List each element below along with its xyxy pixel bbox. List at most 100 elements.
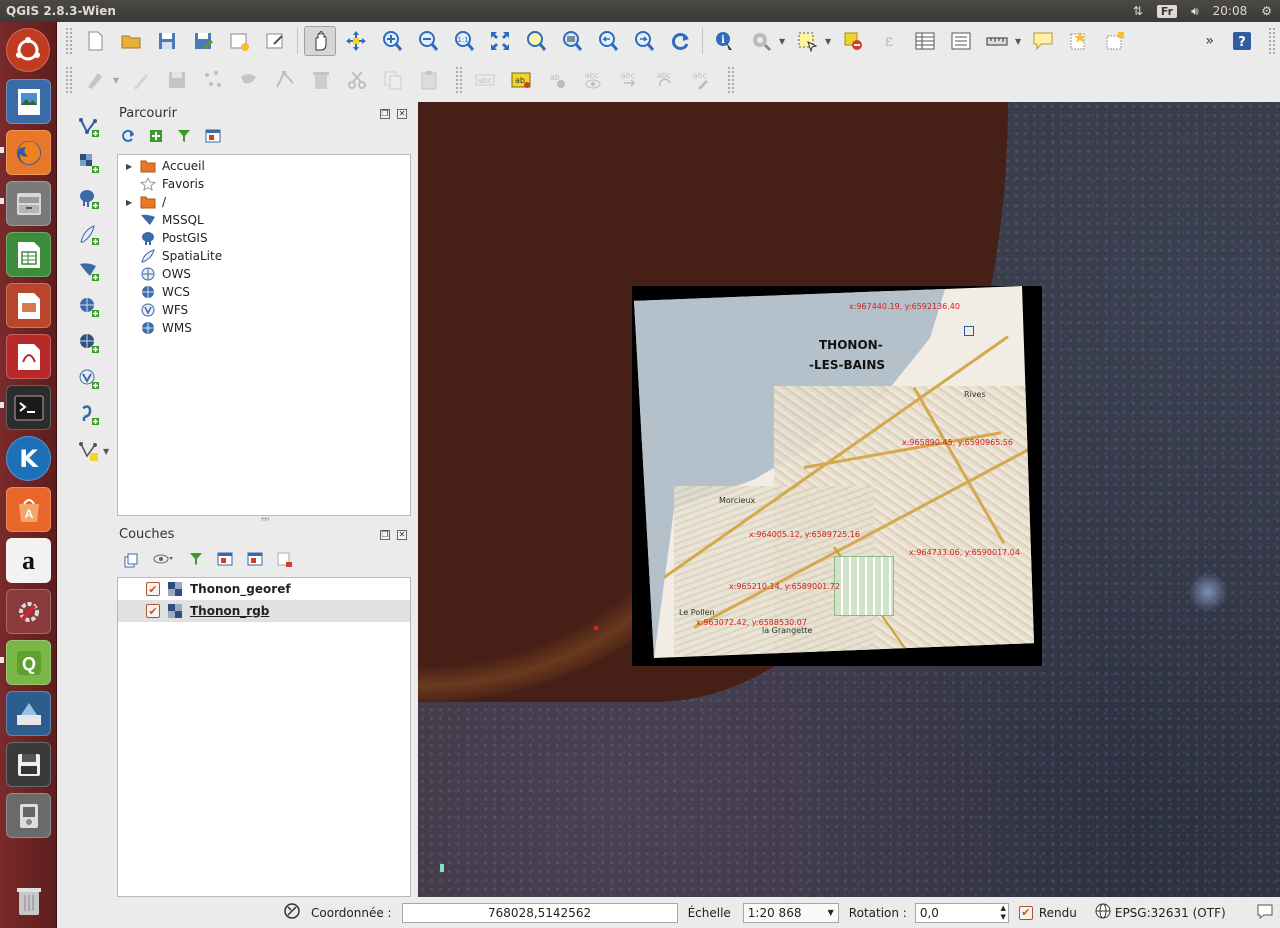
- new-project-button[interactable]: [79, 26, 111, 56]
- run-action-button[interactable]: [745, 26, 777, 56]
- expand-all-icon[interactable]: [217, 552, 233, 571]
- toolbar-grip[interactable]: [727, 66, 735, 94]
- add-mssql-layer-button[interactable]: [73, 256, 105, 286]
- add-wfs-layer-button[interactable]: [73, 364, 105, 394]
- add-vector-layer-button[interactable]: [73, 112, 105, 142]
- disk-save-icon[interactable]: [6, 742, 51, 787]
- expand-arrow-icon[interactable]: ▶: [126, 198, 136, 207]
- browser-item[interactable]: ▶ Accueil: [118, 157, 410, 175]
- labeling-button[interactable]: abc: [469, 65, 501, 95]
- layer-visibility-checkbox[interactable]: ✔: [146, 582, 160, 596]
- refresh-icon[interactable]: [121, 129, 135, 146]
- software-center-icon[interactable]: A: [6, 487, 51, 532]
- rotation-spinbox[interactable]: 0,0 ▲ ▼: [914, 902, 1009, 923]
- pin-labels-button[interactable]: ab: [541, 65, 573, 95]
- new-layer-dropdown-icon[interactable]: ▼: [103, 447, 109, 456]
- toolbar-grip-right[interactable]: [1268, 27, 1276, 55]
- identify-features-button[interactable]: i: [709, 26, 741, 56]
- add-feature-button[interactable]: [197, 65, 229, 95]
- delete-selected-button[interactable]: [305, 65, 337, 95]
- volume-icon[interactable]: 🔊︎: [1191, 4, 1199, 19]
- zoom-full-button[interactable]: [484, 26, 516, 56]
- select-features-button[interactable]: [791, 26, 823, 56]
- browser-item[interactable]: PostGIS: [118, 229, 410, 247]
- firefox-icon[interactable]: [6, 130, 51, 175]
- toolbar-grip[interactable]: [455, 66, 463, 94]
- browser-panel-float-button[interactable]: ❐: [380, 109, 390, 119]
- pan-to-selection-button[interactable]: [340, 26, 372, 56]
- save-as-button[interactable]: [187, 26, 219, 56]
- scale-combo[interactable]: 1:20 868 ▼: [742, 902, 839, 923]
- current-edits-dropdown-icon[interactable]: ▼: [113, 76, 123, 85]
- field-calculator-button[interactable]: ε: [873, 26, 905, 56]
- layer-labeling-options-button[interactable]: ab: [505, 65, 537, 95]
- statistics-button[interactable]: [945, 26, 977, 56]
- toolbar-grip[interactable]: [65, 27, 73, 55]
- run-action-dropdown-icon[interactable]: ▼: [779, 37, 789, 46]
- move-label-button[interactable]: abc: [613, 65, 645, 95]
- browser-item[interactable]: WCS: [118, 283, 410, 301]
- add-wcs-layer-button[interactable]: [73, 328, 105, 358]
- add-delimited-text-layer-button[interactable]: [73, 400, 105, 430]
- help-button[interactable]: ?: [1226, 26, 1258, 56]
- zoom-out-button[interactable]: [412, 26, 444, 56]
- keyboard-layout-indicator[interactable]: Fr: [1156, 4, 1178, 18]
- clock[interactable]: 20:08: [1213, 4, 1248, 18]
- layer-visibility-checkbox[interactable]: ✔: [146, 604, 160, 618]
- add-spatialite-layer-button[interactable]: [73, 220, 105, 250]
- pan-map-button[interactable]: [304, 26, 336, 56]
- zoom-native-button[interactable]: 1:1: [448, 26, 480, 56]
- refresh-button[interactable]: [664, 26, 696, 56]
- manage-visibility-icon[interactable]: [153, 552, 175, 571]
- toolbar-overflow-icon[interactable]: »: [1195, 33, 1224, 49]
- toolbar-grip[interactable]: [65, 66, 73, 94]
- show-bookmarks-button[interactable]: [1099, 26, 1131, 56]
- amazon-icon[interactable]: a: [6, 538, 51, 583]
- document-viewer-icon[interactable]: [6, 334, 51, 379]
- select-dropdown-icon[interactable]: ▼: [825, 37, 835, 46]
- zoom-in-button[interactable]: [376, 26, 408, 56]
- paste-features-button[interactable]: [413, 65, 445, 95]
- browser-item[interactable]: OWS: [118, 265, 410, 283]
- system-settings-icon[interactable]: [6, 589, 51, 634]
- browser-item[interactable]: WMS: [118, 319, 410, 337]
- new-print-composer-button[interactable]: [223, 26, 255, 56]
- map-canvas[interactable]: THONON- -LES-BAINS x:967440.19, y:659213…: [418, 102, 1280, 897]
- change-label-button[interactable]: abc: [685, 65, 717, 95]
- rotate-label-button[interactable]: abc: [649, 65, 681, 95]
- messages-log-icon[interactable]: [1256, 902, 1274, 923]
- libreoffice-impress-icon[interactable]: [6, 283, 51, 328]
- filter-legend-icon[interactable]: [189, 552, 203, 571]
- files-image-viewer-icon[interactable]: [6, 79, 51, 124]
- composer-manager-button[interactable]: [259, 26, 291, 56]
- media-player-icon[interactable]: [6, 793, 51, 838]
- terminal-icon[interactable]: [6, 385, 51, 430]
- add-postgis-layer-button[interactable]: [73, 184, 105, 214]
- add-group-icon[interactable]: [123, 552, 139, 571]
- zoom-to-layer-button[interactable]: [556, 26, 588, 56]
- expand-arrow-icon[interactable]: ▶: [126, 162, 136, 171]
- collapse-all-icon[interactable]: [205, 129, 221, 146]
- save-edits-button[interactable]: [161, 65, 193, 95]
- remove-layer-icon[interactable]: [277, 552, 293, 571]
- file-manager-icon[interactable]: [6, 181, 51, 226]
- zoom-next-button[interactable]: [628, 26, 660, 56]
- render-checkbox[interactable]: ✔: [1018, 905, 1033, 920]
- browser-item[interactable]: MSSQL: [118, 211, 410, 229]
- filter-icon[interactable]: [177, 129, 191, 146]
- browser-item[interactable]: SpatiaLite: [118, 247, 410, 265]
- zoom-last-button[interactable]: [592, 26, 624, 56]
- map-tips-button[interactable]: [1027, 26, 1059, 56]
- current-edits-button[interactable]: [79, 65, 111, 95]
- scale-dropdown-icon[interactable]: ▼: [828, 908, 834, 917]
- coordinate-field[interactable]: 768028,5142562: [401, 902, 678, 923]
- node-tool-button[interactable]: [269, 65, 301, 95]
- measure-dropdown-icon[interactable]: ▼: [1015, 37, 1025, 46]
- layers-panel-close-button[interactable]: ✕: [397, 530, 407, 540]
- ubuntu-dash-icon[interactable]: [6, 28, 50, 72]
- deselect-all-button[interactable]: [837, 26, 869, 56]
- qgis-icon[interactable]: Q: [6, 640, 51, 685]
- kde-app-icon[interactable]: K: [6, 436, 51, 481]
- measure-line-button[interactable]: [981, 26, 1013, 56]
- power-gear-icon[interactable]: ⚙: [1261, 4, 1272, 18]
